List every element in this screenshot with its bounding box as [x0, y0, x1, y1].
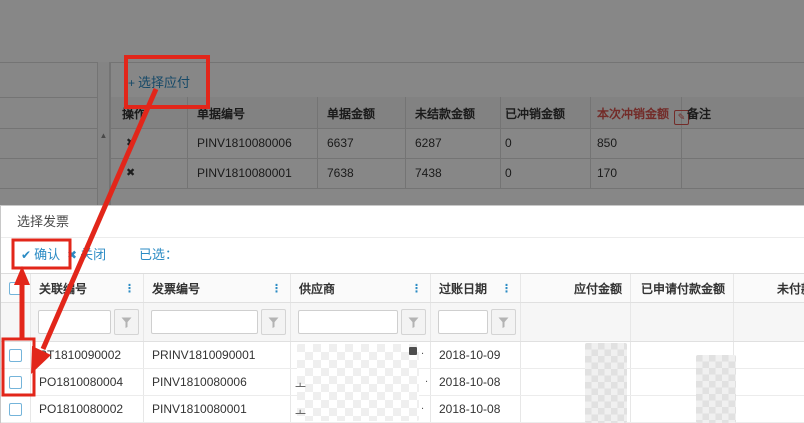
check-icon: ✔: [21, 248, 31, 262]
select-all-checkbox[interactable]: [9, 282, 22, 295]
invoice-grid-header: 关联编号⋮ 发票编号⋮ 供应商⋮ 过账日期⋮ 应付金额 已申请付款金额 未付款金…: [1, 273, 804, 303]
column-menu-icon[interactable]: ⋮: [124, 282, 135, 295]
cell-related-no: PO1810080002: [31, 396, 144, 422]
filter-input-related-no[interactable]: [38, 310, 111, 334]
filter-input-supplier[interactable]: [298, 310, 398, 334]
cell-related-no: PT1810090002: [31, 342, 144, 368]
col-header-posting-date: 过账日期⋮: [431, 274, 521, 302]
cell-invoice-no: PINV1810080001: [144, 396, 291, 422]
filter-funnel-button[interactable]: [491, 309, 516, 335]
filter-row: [1, 303, 804, 342]
masked-char-remnant: [409, 347, 417, 355]
screen: ▲ +选择应付 操作 单据编号 单据金额 未结款金额 已冲销金额 本次冲销金额✎…: [0, 0, 804, 423]
col-header-supplier: 供应商⋮: [291, 274, 431, 302]
confirm-button[interactable]: ✔确认: [21, 237, 60, 273]
dialog-title: 选择发票: [17, 214, 69, 229]
close-icon: ✖: [67, 248, 77, 262]
row-checkbox[interactable]: [9, 349, 22, 362]
modal-overlay: [0, 0, 804, 206]
funnel-icon: [408, 317, 419, 328]
dialog-titlebar: 选择发票: [1, 206, 804, 238]
col-header-invoice-no: 发票编号⋮: [144, 274, 291, 302]
supplier-fragment: .: [421, 400, 424, 412]
select-all-cell: [1, 274, 31, 302]
col-header-related-no: 关联编号⋮: [31, 274, 144, 302]
payable-amount-censor-mosaic: [585, 343, 627, 423]
filter-input-posting-date[interactable]: [438, 310, 488, 334]
funnel-icon: [268, 317, 279, 328]
cell-posting-date: 2018-10-08: [431, 396, 521, 422]
supplier-fragment: .: [425, 373, 428, 385]
select-invoice-dialog: 选择发票 ✔确认 ✖关闭 已选： 关联编号⋮ 发票编号⋮ 供应商⋮ 过账日期⋮ …: [0, 205, 804, 423]
cell-unpaid: [734, 369, 804, 395]
cell-related-no: PO1810080004: [31, 369, 144, 395]
col-header-unpaid-amount: 未付款金额: [734, 274, 804, 302]
requested-amount-censor-mosaic: [696, 355, 736, 423]
selected-label: 已选：: [139, 237, 178, 273]
cell-posting-date: 2018-10-08: [431, 369, 521, 395]
funnel-icon: [121, 317, 132, 328]
cell-invoice-no: PINV1810080006: [144, 369, 291, 395]
supplier-fragment: .: [421, 345, 424, 357]
cell-invoice-no: PRINV1810090001: [144, 342, 291, 368]
supplier-censor-mosaic: [297, 344, 419, 421]
column-menu-icon[interactable]: ⋮: [271, 282, 282, 295]
cell-unpaid: [734, 342, 804, 368]
col-header-requested-payment: 已申请付款金额: [631, 274, 734, 302]
column-menu-icon[interactable]: ⋮: [501, 282, 512, 295]
row-checkbox[interactable]: [9, 376, 22, 389]
filter-funnel-button[interactable]: [114, 309, 139, 335]
filter-input-invoice-no[interactable]: [151, 310, 258, 334]
cell-unpaid: [734, 396, 804, 422]
funnel-icon: [498, 317, 509, 328]
filter-funnel-button[interactable]: [261, 309, 286, 335]
filter-funnel-button[interactable]: [401, 309, 426, 335]
cell-posting-date: 2018-10-09: [431, 342, 521, 368]
dialog-toolbar: ✔确认 ✖关闭 已选：: [1, 237, 804, 273]
column-menu-icon[interactable]: ⋮: [411, 282, 422, 295]
col-header-payable-amount: 应付金额: [521, 274, 631, 302]
close-button[interactable]: ✖关闭: [67, 237, 106, 273]
row-checkbox[interactable]: [9, 403, 22, 416]
